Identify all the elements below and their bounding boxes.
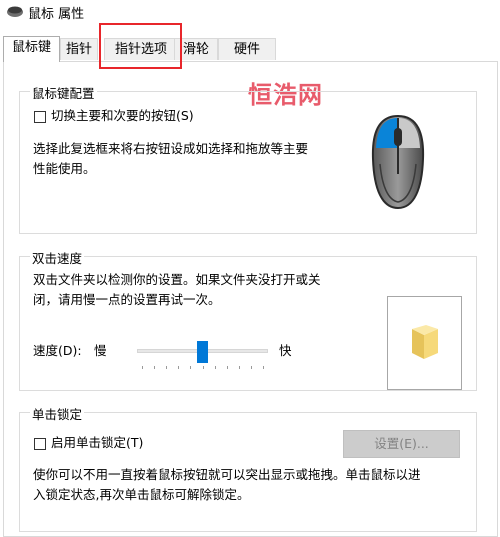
- double-click-description-2: 闭，请用慢一点的设置再试一次。: [33, 292, 221, 307]
- tab-strip: 鼠标键 指针 指针选项 滑轮 硬件: [0, 36, 500, 62]
- slow-label: 慢: [94, 343, 107, 358]
- speed-tick: [178, 366, 180, 369]
- click-lock-description-1: 使你可以不用一直按着鼠标按钮就可以突出显示或拖拽。单击鼠标以进: [33, 467, 421, 482]
- window-title: 鼠标 属性: [28, 7, 85, 22]
- speed-tick: [226, 366, 228, 369]
- click-lock-description-2: 入锁定状态,再次单击鼠标可解除锁定。: [33, 487, 250, 502]
- tab-wheel[interactable]: 滑轮: [174, 38, 218, 60]
- speed-tick: [154, 366, 156, 369]
- click-lock-checkbox[interactable]: [34, 438, 46, 450]
- button-config-legend: 鼠标键配置: [30, 83, 97, 102]
- mouse-icon: [6, 4, 24, 18]
- button-config-description-2: 性能使用。: [33, 161, 96, 176]
- double-click-description-1: 双击文件夹以检测你的设置。如果文件夹没打开或关: [33, 272, 321, 287]
- switch-buttons-checkbox[interactable]: [34, 111, 46, 123]
- click-lock-settings-button[interactable]: 设置(E)...: [343, 430, 460, 458]
- title-bar: 鼠标 属性: [0, 0, 500, 28]
- speed-tick: [142, 366, 143, 369]
- double-click-legend: 双击速度: [30, 248, 85, 267]
- button-config-description-1: 选择此复选框来将右按钮设成如选择和拖放等主要: [33, 141, 309, 156]
- speed-tick: [214, 366, 216, 369]
- tab-pointer-options[interactable]: 指针选项: [104, 38, 178, 60]
- speed-tick: [190, 366, 192, 369]
- speed-tick: [166, 366, 168, 369]
- tab-pointers[interactable]: 指针: [60, 38, 98, 60]
- tab-buttons[interactable]: 鼠标键: [3, 36, 60, 62]
- folder-icon[interactable]: [408, 325, 442, 364]
- speed-tick: [238, 366, 240, 369]
- test-folder-area[interactable]: [387, 296, 462, 390]
- tab-hardware[interactable]: 硬件: [218, 38, 276, 60]
- click-lock-legend: 单击锁定: [30, 404, 85, 423]
- speed-label: 速度(D):: [33, 343, 82, 358]
- click-lock-label[interactable]: 启用单击锁定(T): [51, 433, 143, 453]
- speed-tick: [250, 366, 252, 369]
- speed-slider-thumb[interactable]: [197, 341, 208, 363]
- speed-tick: [263, 366, 264, 369]
- speed-tick: [202, 366, 204, 369]
- mouse-illustration-icon: [368, 114, 428, 212]
- fast-label: 快: [279, 343, 292, 358]
- switch-buttons-label[interactable]: 切换主要和次要的按钮(S): [51, 106, 194, 126]
